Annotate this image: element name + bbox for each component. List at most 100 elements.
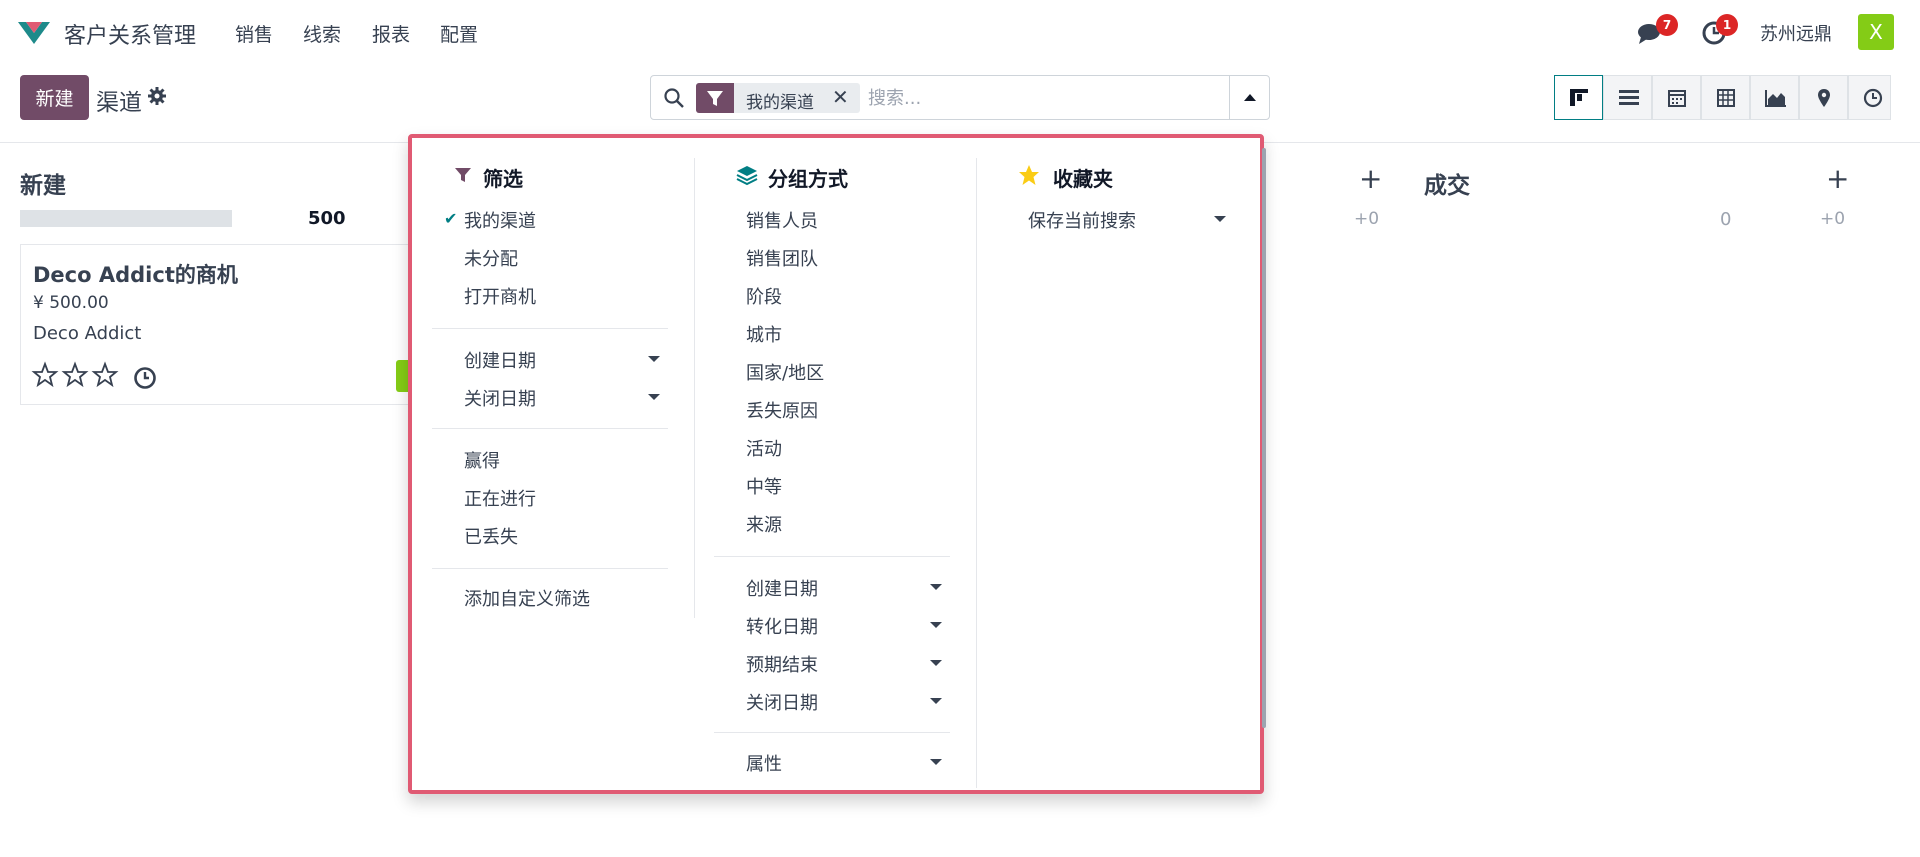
filters-header: 筛选 — [483, 167, 523, 191]
groupby-campaign[interactable]: 活动 — [746, 435, 782, 461]
filter-closed-date[interactable]: 关闭日期 — [464, 385, 536, 411]
add-custom-filter[interactable]: 添加自定义筛选 — [464, 585, 590, 611]
kanban-icon — [1570, 89, 1588, 106]
groupby-header: 分组方式 — [768, 167, 848, 191]
app-logo-icon[interactable] — [16, 18, 52, 46]
caret-down-icon[interactable] — [1214, 216, 1226, 222]
caret-down-icon[interactable] — [930, 698, 942, 704]
calendar-icon — [1668, 90, 1686, 107]
column-sub-total-won: +0 — [1820, 209, 1846, 229]
filter-open-opportunities[interactable]: 打开商机 — [464, 283, 536, 309]
activities-badge: 1 — [1716, 14, 1738, 36]
caret-up-icon — [1244, 94, 1256, 101]
groupby-salesperson[interactable]: 销售人员 — [746, 207, 818, 233]
divider — [432, 568, 668, 569]
calendar-view-button[interactable] — [1652, 75, 1701, 120]
card-partner: Deco Addict — [33, 323, 142, 344]
app-title[interactable]: 客户关系管理 — [64, 18, 196, 50]
view-switcher — [1554, 75, 1891, 120]
column-sub-total: +0 — [1354, 209, 1380, 229]
groupby-lost-reason[interactable]: 丢失原因 — [746, 397, 818, 423]
map-view-button[interactable] — [1799, 75, 1848, 120]
card-color-tag — [396, 360, 408, 392]
groupby-source[interactable]: 来源 — [746, 511, 782, 537]
funnel-icon — [455, 168, 471, 182]
groupby-stage[interactable]: 阶段 — [746, 283, 782, 309]
kanban-card[interactable]: Deco Addict的商机 ¥ 500.00 Deco Addict — [20, 244, 420, 405]
search-icon[interactable] — [663, 87, 685, 109]
column-progress-bar[interactable] — [20, 210, 232, 227]
menu-leads[interactable]: 线索 — [303, 20, 341, 47]
card-amount: ¥ 500.00 — [33, 293, 109, 313]
layers-icon — [736, 166, 758, 186]
filter-facet: 我的渠道 ✕ — [696, 83, 860, 113]
column-total-new: 500 — [308, 208, 346, 229]
filter-won[interactable]: 赢得 — [464, 447, 500, 473]
pivot-view-button[interactable] — [1701, 75, 1750, 120]
column-total-won: 0 — [1720, 209, 1732, 230]
groupby-closed-date[interactable]: 关闭日期 — [746, 689, 818, 715]
column-title-new[interactable]: 新建 — [20, 166, 66, 200]
facet-remove-icon[interactable]: ✕ — [832, 85, 849, 109]
caret-down-icon[interactable] — [930, 660, 942, 666]
funnel-icon — [696, 83, 734, 113]
graph-view-button[interactable] — [1750, 75, 1799, 120]
menu-sales[interactable]: 销售 — [235, 20, 273, 47]
groupby-medium[interactable]: 中等 — [746, 473, 782, 499]
gear-icon[interactable] — [147, 86, 167, 106]
save-current-search[interactable]: 保存当前搜索 — [1028, 207, 1136, 233]
groupby-city[interactable]: 城市 — [746, 321, 782, 347]
pivot-icon — [1717, 89, 1735, 107]
groupby-conversion-date[interactable]: 转化日期 — [746, 613, 818, 639]
filter-my-pipeline[interactable]: 我的渠道 — [464, 207, 536, 233]
priority-stars-icon[interactable] — [31, 361, 131, 389]
divider — [714, 732, 950, 733]
groupby-properties[interactable]: 属性 — [746, 750, 782, 776]
divider — [432, 328, 668, 329]
filter-lost[interactable]: 已丢失 — [464, 523, 518, 549]
filter-ongoing[interactable]: 正在进行 — [464, 485, 536, 511]
column-add-button-won[interactable]: + — [1826, 162, 1849, 195]
groupby-creation-date[interactable]: 创建日期 — [746, 575, 818, 601]
menu-configuration[interactable]: 配置 — [440, 20, 478, 47]
search-panel-dropdown: 筛选 ✔ 我的渠道 未分配 打开商机 创建日期 关闭日期 赢得 正在进行 已丢失… — [408, 134, 1266, 794]
list-view-button[interactable] — [1603, 75, 1652, 120]
column-divider — [694, 158, 695, 618]
filter-unassigned[interactable]: 未分配 — [464, 245, 518, 271]
check-icon: ✔ — [444, 209, 458, 228]
groupby-country[interactable]: 国家/地区 — [746, 359, 824, 385]
list-icon — [1619, 90, 1639, 105]
activity-view-button[interactable] — [1848, 75, 1891, 120]
caret-down-icon[interactable] — [648, 356, 660, 362]
groupby-sales-team[interactable]: 销售团队 — [746, 245, 818, 271]
caret-down-icon[interactable] — [930, 622, 942, 628]
new-button[interactable]: 新建 — [20, 75, 89, 120]
caret-down-icon[interactable] — [930, 759, 942, 765]
menu-reports[interactable]: 报表 — [372, 20, 410, 47]
company-switcher[interactable]: 苏州远鼎 — [1760, 20, 1832, 46]
area-chart-icon — [1765, 90, 1786, 107]
user-avatar[interactable]: X — [1858, 14, 1894, 50]
clock-icon — [1863, 88, 1883, 108]
dropdown-scrollbar[interactable] — [1262, 148, 1266, 728]
groupby-expected-closing[interactable]: 预期结束 — [746, 651, 818, 677]
caret-down-icon[interactable] — [648, 394, 660, 400]
card-title: Deco Addict的商机 — [33, 263, 238, 287]
divider — [432, 428, 668, 429]
column-title-won[interactable]: 成交 — [1424, 166, 1470, 200]
filter-creation-date[interactable]: 创建日期 — [464, 347, 536, 373]
messages-badge: 7 — [1656, 14, 1678, 36]
top-navbar: 客户关系管理 销售 线索 报表 配置 7 1 苏州远鼎 X — [0, 0, 1920, 64]
divider — [714, 556, 950, 557]
column-add-button[interactable]: + — [1359, 162, 1382, 195]
search-panel-toggle[interactable] — [1229, 76, 1269, 119]
search-input[interactable] — [868, 84, 1208, 112]
page-title: 渠道 — [96, 90, 142, 116]
kanban-view-button[interactable] — [1554, 75, 1603, 120]
favorites-header: 收藏夹 — [1053, 167, 1113, 191]
star-icon — [1019, 165, 1039, 185]
activity-clock-icon[interactable] — [133, 366, 157, 390]
search-bar: 我的渠道 ✕ — [650, 75, 1270, 120]
caret-down-icon[interactable] — [930, 584, 942, 590]
column-divider — [976, 158, 977, 788]
